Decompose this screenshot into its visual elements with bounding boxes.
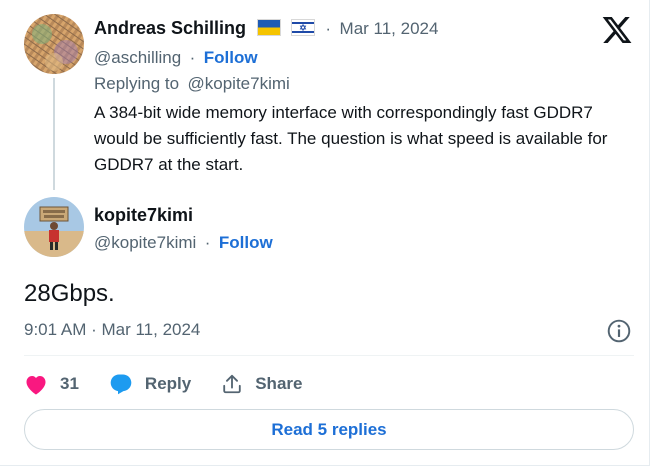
replying-to-label: Replying to <box>94 74 180 93</box>
read-replies-button[interactable]: Read 5 replies <box>24 409 634 450</box>
author-handle[interactable]: @kopite7kimi <box>94 233 196 252</box>
tweet-timestamp[interactable]: 9:01 AM · Mar 11, 2024 <box>24 320 200 340</box>
parent-header: Andreas Schilling · Mar 11, 2024 <box>94 18 438 39</box>
follow-button[interactable]: Follow <box>219 233 273 252</box>
share-button[interactable]: Share <box>221 373 302 395</box>
parent-tweet-text: A 384-bit wide memory interface with cor… <box>94 103 608 174</box>
like-count: 31 <box>60 374 79 393</box>
main-header: kopite7kimi <box>94 205 193 226</box>
reply-bubble-icon <box>110 374 132 395</box>
tweet-date[interactable]: Mar 11, 2024 <box>340 19 439 38</box>
israel-flag-icon <box>290 19 315 36</box>
replying-to-handle[interactable]: @kopite7kimi <box>188 74 290 93</box>
info-icon[interactable] <box>606 318 632 344</box>
ukraine-flag-icon <box>256 19 281 36</box>
main-handle-row: @kopite7kimi · Follow <box>94 233 273 253</box>
heart-icon <box>26 376 46 395</box>
separator: · <box>204 233 211 252</box>
share-upload-icon <box>223 374 241 394</box>
separator: · <box>189 48 196 67</box>
follow-button[interactable]: Follow <box>204 48 258 67</box>
thread-connector-line <box>53 78 55 190</box>
divider <box>24 355 634 356</box>
x-logo-icon[interactable] <box>600 14 634 46</box>
share-label: Share <box>255 374 303 393</box>
replying-to: Replying to @kopite7kimi <box>94 74 290 94</box>
tweet-embed-card: Andreas Schilling · Mar 11, 2024 @aschil… <box>0 0 650 466</box>
author-name[interactable]: Andreas Schilling <box>94 18 246 38</box>
reply-button[interactable]: Reply <box>109 373 191 395</box>
main-tweet-text: 28Gbps. <box>24 280 115 307</box>
action-bar: 31 Reply Share <box>24 370 332 398</box>
reply-label: Reply <box>144 374 192 393</box>
separator: · <box>325 19 332 38</box>
author-handle[interactable]: @aschilling <box>94 48 181 67</box>
author-name[interactable]: kopite7kimi <box>94 205 193 225</box>
avatar[interactable] <box>24 197 84 257</box>
avatar[interactable] <box>24 14 84 74</box>
like-button[interactable]: 31 <box>24 373 79 395</box>
parent-handle-row: @aschilling · Follow <box>94 48 258 68</box>
